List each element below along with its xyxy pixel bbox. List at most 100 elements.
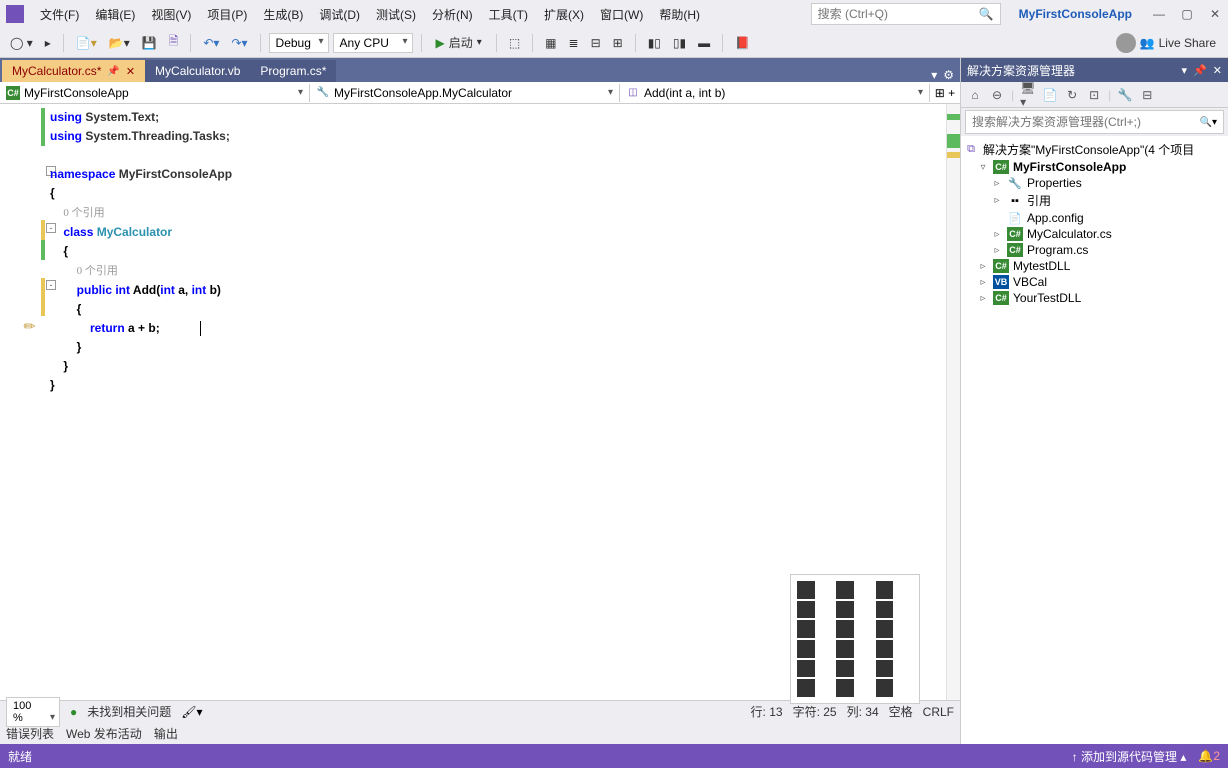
- expand-icon[interactable]: ▹: [991, 195, 1003, 206]
- solution-search-input[interactable]: [972, 115, 1200, 129]
- solution-explorer: 解决方案资源管理器 ▾ 📌 ✕ ⌂ ⊖ | 🖥▾ 📄 ↻ ⊡ | 🔧 ⊟ 🔍▾ …: [960, 58, 1228, 744]
- tree-item[interactable]: ▹VBVBCal: [963, 274, 1226, 290]
- expand-icon[interactable]: ▹: [991, 229, 1003, 240]
- redo-button[interactable]: ↷▾: [227, 32, 251, 54]
- tool-icon-2[interactable]: ⊟: [1139, 87, 1155, 103]
- expand-icon[interactable]: ▿: [977, 162, 989, 173]
- tb-icon-3[interactable]: ≣: [565, 32, 583, 54]
- pin-icon[interactable]: 📌: [107, 66, 119, 77]
- sync-icon[interactable]: 🖥▾: [1020, 87, 1036, 103]
- tool-icon-1[interactable]: ⊡: [1086, 87, 1102, 103]
- tb-icon-1[interactable]: ⬚: [505, 32, 524, 54]
- menu-item[interactable]: 窗口(W): [592, 2, 651, 27]
- editor-pane: MyCalculator.cs*📌✕MyCalculator.vbProgram…: [0, 58, 960, 744]
- minimize-button[interactable]: —: [1152, 7, 1166, 21]
- platform-dropdown[interactable]: Any CPU: [333, 33, 413, 53]
- tb-icon-5[interactable]: ⊞: [609, 32, 627, 54]
- close-tab-icon[interactable]: ✕: [126, 65, 135, 78]
- play-icon: ▶: [436, 36, 445, 50]
- menu-item[interactable]: 分析(N): [424, 2, 481, 27]
- tree-item[interactable]: ▹▪▪引用: [963, 191, 1226, 210]
- menu-item[interactable]: 文件(F): [32, 2, 87, 27]
- line-label: 行: 13: [751, 703, 783, 720]
- panel-pin-icon[interactable]: 📌: [1193, 64, 1207, 77]
- refresh-icon[interactable]: ↻: [1064, 87, 1080, 103]
- search-input[interactable]: [818, 7, 979, 21]
- scroll-map[interactable]: [946, 104, 960, 700]
- properties-icon[interactable]: 🔧: [1117, 87, 1133, 103]
- tb-icon-8[interactable]: ▬: [694, 32, 714, 54]
- document-tab[interactable]: Program.cs*: [250, 60, 336, 82]
- expand-icon[interactable]: ▹: [991, 245, 1003, 256]
- live-share-button[interactable]: 👥 Live Share: [1110, 31, 1222, 55]
- main-toolbar: ◯ ▾ ▸ 📄▾ 📂▾ 💾 🗎 ↶▾ ↷▾ Debug Any CPU ▶ 启动…: [0, 28, 1228, 58]
- tree-item[interactable]: ▿C#MyFirstConsoleApp: [963, 159, 1226, 175]
- tb-icon-6[interactable]: ▮▯: [644, 32, 665, 54]
- tab-output[interactable]: 输出: [154, 725, 178, 742]
- issues-label: 未找到相关问题: [87, 703, 171, 720]
- menu-item[interactable]: 调试(D): [311, 2, 368, 27]
- save-all-button[interactable]: 🗎: [165, 32, 183, 54]
- tree-item[interactable]: ▹C#MyCalculator.cs: [963, 226, 1226, 242]
- undo-button[interactable]: ↶▾: [199, 32, 223, 54]
- tab-dropdown-icon[interactable]: ▾: [931, 68, 937, 82]
- open-button[interactable]: 📂▾: [105, 32, 134, 54]
- menu-item[interactable]: 测试(S): [368, 2, 424, 27]
- menu-item[interactable]: 帮助(H): [651, 2, 708, 27]
- crumb-scope[interactable]: C# MyFirstConsoleApp: [0, 84, 310, 102]
- document-tab[interactable]: MyCalculator.vb: [145, 60, 250, 82]
- tab-error-list[interactable]: 错误列表: [6, 725, 54, 742]
- tree-item[interactable]: 📄App.config: [963, 210, 1226, 226]
- save-button[interactable]: 💾: [138, 32, 161, 54]
- brush-icon[interactable]: 🖌▾: [181, 705, 202, 719]
- nav-fwd-button[interactable]: ▸: [41, 32, 55, 54]
- config-dropdown[interactable]: Debug: [269, 33, 329, 53]
- menu-item[interactable]: 视图(V): [143, 2, 199, 27]
- menu-item[interactable]: 生成(B): [255, 2, 311, 27]
- quick-search[interactable]: 🔍: [811, 3, 1001, 25]
- search-icon: 🔍: [979, 7, 994, 21]
- collapse-icon[interactable]: ⊖: [989, 87, 1005, 103]
- tree-item[interactable]: ▹C#MytestDLL: [963, 258, 1226, 274]
- menu-item[interactable]: 编辑(E): [87, 2, 143, 27]
- solution-tree[interactable]: ⧉ 解决方案"MyFirstConsoleApp"(4 个项目 ▿C#MyFir…: [961, 136, 1228, 744]
- tb-icon-7[interactable]: ▯▮: [669, 32, 690, 54]
- solution-search[interactable]: 🔍▾: [965, 110, 1224, 134]
- tree-item[interactable]: ▹C#YourTestDLL: [963, 290, 1226, 306]
- maximize-button[interactable]: ▢: [1180, 7, 1194, 21]
- expand-icon[interactable]: ▹: [977, 277, 989, 288]
- tb-icon-4[interactable]: ⊟: [587, 32, 605, 54]
- tb-icon-2[interactable]: ▦: [541, 32, 560, 54]
- crumb-split-icon[interactable]: ⊞ +: [930, 86, 960, 100]
- panel-dropdown-icon[interactable]: ▾: [1182, 64, 1188, 77]
- menu-item[interactable]: 工具(T): [481, 2, 536, 27]
- notification-button[interactable]: 🔔2: [1198, 749, 1220, 763]
- search-dropdown-icon[interactable]: 🔍▾: [1200, 117, 1217, 128]
- expand-icon[interactable]: ▹: [991, 178, 1003, 189]
- start-debug-button[interactable]: ▶ 启动 ▾: [430, 32, 488, 54]
- show-all-icon[interactable]: 📄: [1042, 87, 1058, 103]
- home-icon[interactable]: ⌂: [967, 87, 983, 103]
- new-button[interactable]: 📄▾: [72, 32, 101, 54]
- live-share-icon: 👥: [1140, 36, 1155, 50]
- tab-web-publish[interactable]: Web 发布活动: [66, 725, 142, 742]
- crumb-class[interactable]: 🔧 MyFirstConsoleApp.MyCalculator: [310, 84, 620, 102]
- crumb-member[interactable]: ◫ Add(int a, int b): [620, 84, 930, 102]
- expand-icon[interactable]: ▹: [977, 293, 989, 304]
- references-icon: ▪▪: [1007, 194, 1023, 208]
- tree-item[interactable]: ▹C#Program.cs: [963, 242, 1226, 258]
- class-icon: 🔧: [316, 86, 330, 100]
- tab-settings-icon[interactable]: ⚙: [943, 68, 954, 82]
- tb-icon-9[interactable]: 📕: [731, 32, 754, 54]
- menu-item[interactable]: 项目(P): [199, 2, 255, 27]
- menu-item[interactable]: 扩展(X): [536, 2, 592, 27]
- scm-button[interactable]: ↑ 添加到源代码管理 ▴: [1072, 748, 1187, 765]
- expand-icon[interactable]: ▹: [977, 261, 989, 272]
- panel-close-icon[interactable]: ✕: [1213, 64, 1222, 77]
- close-button[interactable]: ✕: [1208, 7, 1222, 21]
- document-tab[interactable]: MyCalculator.cs*📌✕: [2, 60, 145, 82]
- zoom-dropdown[interactable]: 100 %: [6, 697, 60, 727]
- tree-item[interactable]: ▹🔧Properties: [963, 175, 1226, 191]
- nav-back-button[interactable]: ◯ ▾: [6, 32, 37, 54]
- tree-solution-root[interactable]: ⧉ 解决方案"MyFirstConsoleApp"(4 个项目: [963, 140, 1226, 159]
